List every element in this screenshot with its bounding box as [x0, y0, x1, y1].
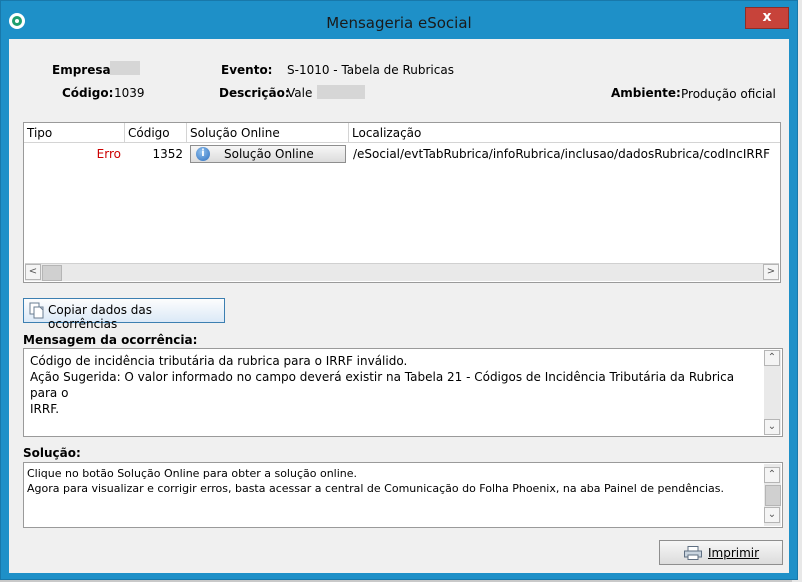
scroll-up-icon[interactable]: ⌃ — [764, 467, 780, 483]
column-header-localizacao[interactable]: Localização — [349, 123, 780, 143]
descricao-value-redacted — [317, 85, 365, 99]
column-header-solucao-online[interactable]: Solução Online — [187, 123, 349, 143]
empresa-label: Empresa: — [52, 63, 116, 77]
window-title: Mensageria eSocial — [326, 14, 472, 32]
horizontal-scrollbar[interactable]: < > — [25, 263, 779, 281]
mensagem-label: Mensagem da ocorrência: — [23, 333, 198, 347]
dialog-window: Mensageria eSocial x Empresa: Evento: S-… — [0, 0, 798, 580]
solucao-online-label: Solução Online — [224, 147, 314, 161]
scroll-down-icon[interactable]: ⌄ — [764, 419, 780, 435]
empresa-value-redacted — [110, 61, 140, 75]
scroll-right-icon[interactable]: > — [763, 264, 779, 280]
print-button[interactable]: Imprimir — [659, 540, 783, 565]
occurrences-grid[interactable]: Tipo Código Solução Online Localização E… — [23, 122, 781, 283]
copy-button-label: Copiar dados das ocorrências — [48, 303, 152, 331]
cell-codigo: 1352 — [152, 147, 183, 161]
scroll-thumb[interactable] — [765, 485, 781, 506]
descricao-label: Descrição: — [219, 86, 290, 100]
cell-tipo: Erro — [96, 147, 121, 161]
evento-label: Evento: — [221, 63, 273, 77]
solucao-vertical-scrollbar[interactable]: ⌃ ⌄ — [764, 464, 781, 526]
codigo-label: Código: — [62, 86, 114, 100]
title-bar[interactable]: Mensageria eSocial x — [1, 1, 797, 39]
solucao-textarea[interactable]: Clique no botão Solução Online para obte… — [23, 462, 783, 528]
scroll-left-icon[interactable]: < — [25, 264, 41, 280]
ambiente-value: Produção oficial — [681, 87, 776, 101]
scroll-up-icon[interactable]: ⌃ — [764, 350, 780, 366]
copy-icon — [29, 302, 44, 319]
column-header-tipo[interactable]: Tipo — [24, 123, 125, 143]
info-icon: i — [196, 147, 210, 161]
descricao-value: Vale — [287, 86, 313, 100]
cell-localizacao: /eSocial/evtTabRubrica/infoRubrica/inclu… — [353, 147, 770, 161]
codigo-value: 1039 — [114, 86, 145, 100]
mensagem-textarea[interactable]: Código de incidência tributária da rubri… — [23, 348, 783, 437]
printer-icon — [684, 546, 702, 560]
mensagem-text: Código de incidência tributária da rubri… — [30, 354, 735, 416]
ambiente-label: Ambiente: — [611, 86, 681, 100]
close-button[interactable]: x — [745, 7, 789, 29]
dialog-body: Empresa: Evento: S-1010 - Tabela de Rubr… — [9, 39, 789, 573]
scroll-down-icon[interactable]: ⌄ — [764, 507, 780, 523]
column-header-codigo[interactable]: Código — [125, 123, 187, 143]
solucao-online-button[interactable]: i Solução Online — [190, 145, 346, 163]
mensagem-vertical-scrollbar[interactable]: ⌃ ⌄ — [764, 350, 781, 435]
copy-occurrences-button[interactable]: Copiar dados das ocorrências — [23, 298, 225, 331]
evento-value: S-1010 - Tabela de Rubricas — [287, 63, 454, 77]
print-button-label: Imprimir — [708, 546, 760, 560]
scroll-thumb[interactable] — [42, 265, 62, 281]
solucao-label: Solução: — [23, 446, 81, 460]
solucao-text: Clique no botão Solução Online para obte… — [27, 467, 725, 495]
